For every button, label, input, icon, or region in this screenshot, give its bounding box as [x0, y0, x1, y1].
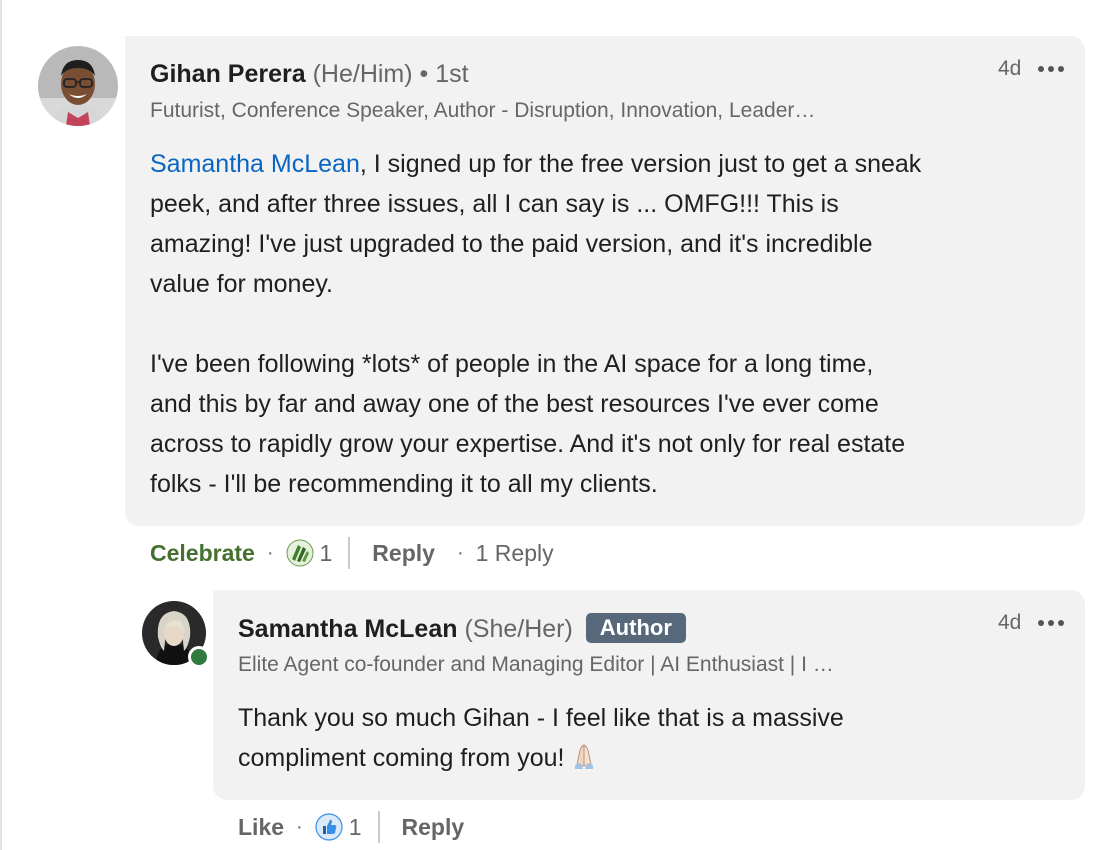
separator-dot: · — [296, 816, 303, 838]
connection-degree: • 1st — [419, 60, 469, 88]
reply-author-name-line: Samantha McLean (She/Her) Author — [238, 613, 686, 644]
action-divider — [377, 811, 380, 843]
reply-more-options-icon[interactable] — [1036, 613, 1066, 633]
comment-more-options-icon[interactable] — [1036, 59, 1066, 79]
comment-line-5: I've been following *lots* of people in … — [150, 350, 874, 378]
commenter-name[interactable]: Gihan Perera — [150, 60, 306, 88]
reply-line-2-text: compliment coming from you! — [238, 744, 565, 772]
reply-line-2: compliment coming from you! — [238, 738, 1068, 778]
comment-line-2: peek, and after three issues, all I can … — [150, 190, 839, 218]
like-icon[interactable] — [315, 813, 343, 841]
author-badge: Author — [585, 613, 686, 643]
celebrate-icon[interactable] — [286, 539, 314, 567]
commenter-pronouns: (He/Him) — [312, 60, 413, 88]
like-button[interactable]: Like — [238, 813, 284, 841]
commenter-name-line: Gihan Perera (He/Him) • 1st — [150, 59, 469, 89]
comment-text: Samantha McLean, I signed up for the fre… — [150, 144, 1070, 504]
reply-count-link[interactable]: 1 Reply — [476, 539, 554, 567]
reply-line-1: Thank you so much Gihan - I feel like th… — [238, 704, 844, 732]
commenter-headline: Futurist, Conference Speaker, Author - D… — [150, 99, 816, 122]
commenter-avatar[interactable] — [38, 46, 118, 126]
comment-line-7: across to rapidly grow your expertise. A… — [150, 430, 906, 458]
reply-author-pronouns: (She/Her) — [464, 615, 573, 643]
separator-dot: · — [456, 542, 464, 564]
comment-line-8: folks - I'll be recommending it to all m… — [150, 470, 658, 498]
online-status-indicator — [188, 646, 210, 668]
separator-dot: · — [266, 542, 274, 564]
reply-button[interactable]: Reply — [372, 539, 435, 567]
reaction-count[interactable]: 1 — [320, 539, 333, 567]
comment-line-1-text: , I signed up for the free version just … — [359, 150, 922, 178]
mention-link[interactable]: Samantha McLean — [150, 150, 360, 178]
comments-thread: Gihan Perera (He/Him) • 1st Futurist, Co… — [0, 0, 1108, 850]
comment-timestamp: 4d — [998, 57, 1022, 80]
celebrate-button[interactable]: Celebrate — [150, 539, 255, 567]
comment-line-1: Samantha McLean, I signed up for the fre… — [150, 144, 1070, 184]
reply-author-headline: Elite Agent co-founder and Managing Edit… — [238, 653, 834, 676]
folded-hands-emoji-icon — [574, 744, 593, 769]
reply-to-reply-button[interactable]: Reply — [402, 813, 465, 841]
reply-reaction-count[interactable]: 1 — [349, 813, 362, 841]
reply-timestamp: 4d — [998, 611, 1022, 634]
commenter-photo — [38, 46, 118, 126]
comment-line-4: value for money. — [150, 270, 333, 298]
reply-actions: Like · 1 Reply — [238, 811, 464, 843]
comment-actions: Celebrate · 1 Reply · 1 Reply — [150, 537, 554, 569]
comment-line-6: and this by far and away one of the best… — [150, 390, 879, 418]
action-divider — [348, 537, 351, 569]
reply-author-name[interactable]: Samantha McLean — [238, 615, 458, 643]
reply-text: Thank you so much Gihan - I feel like th… — [238, 698, 1068, 778]
comment-line-3: amazing! I've just upgraded to the paid … — [150, 230, 873, 258]
